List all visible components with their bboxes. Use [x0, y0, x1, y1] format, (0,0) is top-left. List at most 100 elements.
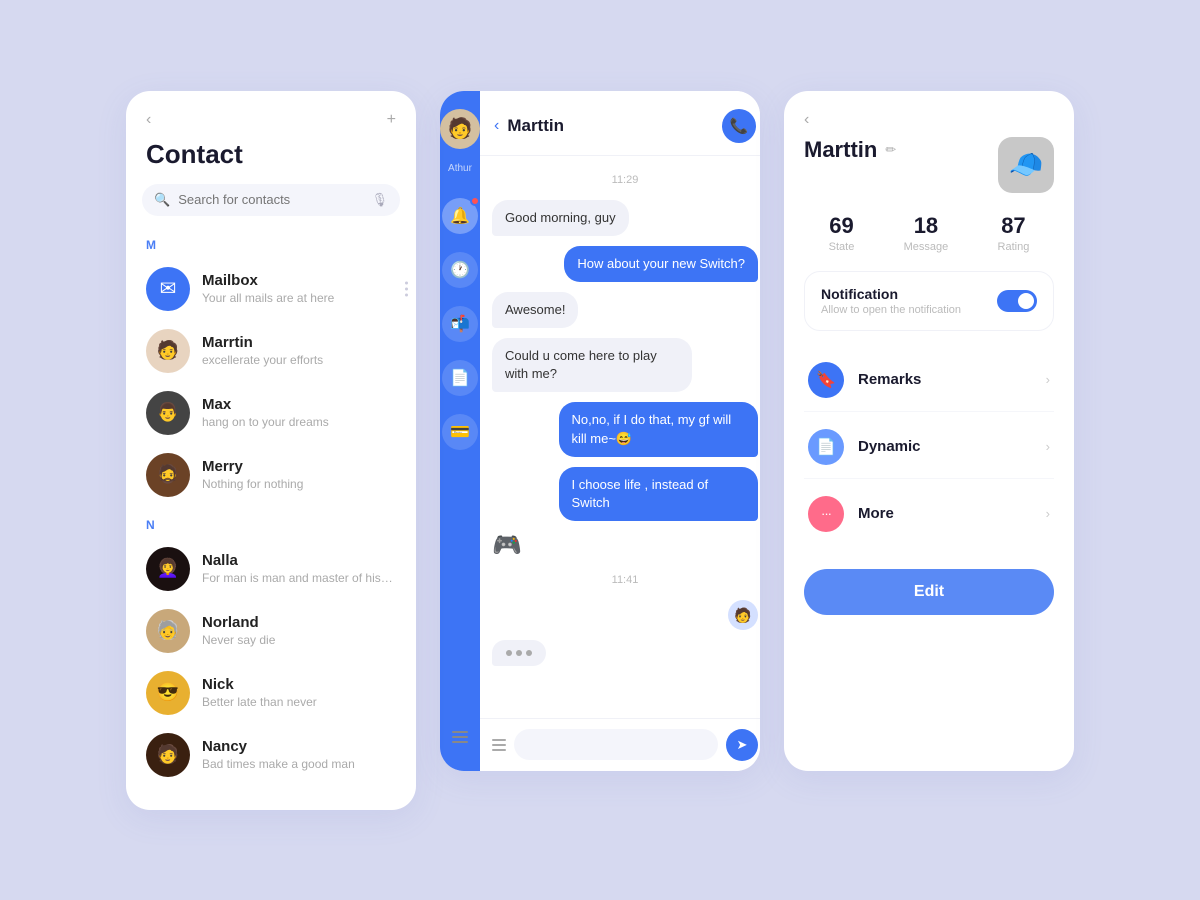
- contact-item-merry[interactable]: 🧔 Merry Nothing for nothing: [126, 444, 416, 506]
- message-row-5: No,no, if I do that, my gf will kill me~…: [492, 402, 758, 456]
- section-letter-m: M: [126, 234, 416, 258]
- avatar-marrtin: 🧑: [146, 329, 190, 373]
- remarks-label: Remarks: [858, 371, 1032, 388]
- search-bar[interactable]: 🔍 🎙: [142, 184, 400, 216]
- mic-icon: 🎙: [371, 192, 388, 208]
- message-row-1: Good morning, guy: [492, 200, 758, 236]
- message-row-6: I choose life , instead of Switch: [492, 467, 758, 521]
- contact-top-bar: ‹ +: [126, 111, 416, 139]
- stat-state-value: 69: [829, 213, 855, 239]
- contact-name-nancy: Nancy: [202, 738, 396, 755]
- contact-item-nalla[interactable]: 👩‍🦱 Nalla For man is man and master of h…: [126, 538, 416, 600]
- typing-dot-1: [506, 650, 512, 656]
- notification-sub: Allow to open the notification: [821, 304, 961, 316]
- message-row-emoji: 🎮: [492, 531, 758, 560]
- message-row-4: Could u come here to play with me?: [492, 338, 758, 392]
- sidebar-card-icon[interactable]: 💳: [442, 414, 478, 450]
- message-row-avatar: 🧑: [492, 600, 758, 630]
- menu-item-more[interactable]: ··· More ›: [804, 483, 1054, 545]
- dynamic-label: Dynamic: [858, 438, 1032, 455]
- typing-indicator: [492, 640, 546, 666]
- stat-state: 69 State: [829, 213, 855, 253]
- contact-item-max[interactable]: 👨 Max hang on to your dreams: [126, 382, 416, 444]
- contact-panel: ‹ + Contact 🔍 🎙 M ✉ Mailbox Your all mai…: [126, 91, 416, 810]
- contact-name-mailbox: Mailbox: [202, 272, 396, 289]
- contact-sub-nancy: Bad times make a good man: [202, 757, 396, 771]
- emoji-message: 🎮: [492, 531, 522, 560]
- chat-avatar-right: 🧑: [728, 600, 758, 630]
- notification-card: Notification Allow to open the notificat…: [804, 271, 1054, 331]
- contact-item-mailbox[interactable]: ✉ Mailbox Your all mails are at here: [126, 258, 416, 320]
- profile-header: Marttin ✏ 🧢: [804, 137, 1054, 193]
- message-row-2: How about your new Switch?: [492, 246, 758, 282]
- chat-panel: 🧑 Athur 🔔 🕐 📬 📄 💳 ‹ Martti: [440, 91, 760, 771]
- avatar-norland: 🧓: [146, 609, 190, 653]
- stat-state-label: State: [829, 241, 855, 253]
- sidebar-menu-icon[interactable]: [452, 731, 468, 743]
- sidebar-mail-icon[interactable]: 📬: [442, 306, 478, 342]
- chat-text-input[interactable]: [514, 729, 718, 760]
- chat-back-btn[interactable]: ‹: [494, 117, 499, 135]
- search-icon: 🔍: [154, 192, 170, 208]
- message-row-3: Awesome!: [492, 292, 758, 328]
- stat-rating-label: Rating: [998, 241, 1030, 253]
- sidebar-user-avatar[interactable]: 🧑: [440, 109, 480, 149]
- profile-panel: ‹ Marttin ✏ 🧢 69 State 18 Message 87 Rat…: [784, 91, 1074, 771]
- more-label: More: [858, 505, 1032, 522]
- contact-info-norland: Norland Never say die: [202, 614, 396, 647]
- contact-sub-norland: Never say die: [202, 633, 396, 647]
- sidebar-clock-icon[interactable]: 🕐: [442, 252, 478, 288]
- more-chevron-icon: ›: [1046, 506, 1050, 521]
- section-letter-n: N: [126, 514, 416, 538]
- profile-menu-items: 🔖 Remarks › 📄 Dynamic › ··· More ›: [804, 349, 1054, 545]
- contact-name-nick: Nick: [202, 676, 396, 693]
- sidebar-notification-icon[interactable]: 🔔: [442, 198, 478, 234]
- dynamic-icon: 📄: [808, 429, 844, 465]
- contact-name-norland: Norland: [202, 614, 396, 631]
- chat-main: ‹ Marttin 📞 11:29 Good morning, guy How …: [480, 91, 760, 771]
- contact-info-marrtin: Marrtin excellerate your efforts: [202, 334, 396, 367]
- profile-edit-icon[interactable]: ✏: [885, 142, 896, 158]
- contact-item-nancy[interactable]: 🧑 Nancy Bad times make a good man: [126, 724, 416, 786]
- send-button[interactable]: ➤: [726, 729, 758, 761]
- message-row-typing: [492, 640, 758, 666]
- menu-item-remarks[interactable]: 🔖 Remarks ›: [804, 349, 1054, 412]
- notification-title: Notification: [821, 286, 961, 302]
- chat-header: ‹ Marttin 📞: [480, 91, 760, 156]
- contact-name-nalla: Nalla: [202, 552, 396, 569]
- message-bubble-2: How about your new Switch?: [564, 246, 758, 282]
- scroll-indicator: [405, 281, 408, 296]
- contact-item-marrtin[interactable]: 🧑 Marrtin excellerate your efforts: [126, 320, 416, 382]
- contact-info-merry: Merry Nothing for nothing: [202, 458, 396, 491]
- message-bubble-4: Could u come here to play with me?: [492, 338, 692, 392]
- toggle-knob: [1018, 293, 1034, 309]
- contact-item-nick[interactable]: 😎 Nick Better late than never: [126, 662, 416, 724]
- profile-name-row: Marttin ✏: [804, 137, 896, 163]
- contact-sub-mailbox: Your all mails are at here: [202, 291, 396, 305]
- chat-header-left: ‹ Marttin: [494, 116, 564, 136]
- stat-rating: 87 Rating: [998, 213, 1030, 253]
- search-input[interactable]: [178, 192, 363, 207]
- stats-row: 69 State 18 Message 87 Rating: [804, 213, 1054, 253]
- screen-container: ‹ + Contact 🔍 🎙 M ✉ Mailbox Your all mai…: [86, 51, 1114, 850]
- avatar-max: 👨: [146, 391, 190, 435]
- sidebar-doc-icon[interactable]: 📄: [442, 360, 478, 396]
- chat-sidebar: 🧑 Athur 🔔 🕐 📬 📄 💳: [440, 91, 480, 771]
- notification-toggle[interactable]: [997, 290, 1037, 312]
- typing-dot-2: [516, 650, 522, 656]
- contact-item-norland[interactable]: 🧓 Norland Never say die: [126, 600, 416, 662]
- contact-list-m: M ✉ Mailbox Your all mails are at here 🧑…: [126, 234, 416, 514]
- call-button[interactable]: 📞: [722, 109, 756, 143]
- message-bubble-6: I choose life , instead of Switch: [559, 467, 759, 521]
- contact-back-btn[interactable]: ‹: [146, 111, 151, 129]
- profile-back-btn[interactable]: ‹: [804, 111, 1054, 129]
- avatar-nancy: 🧑: [146, 733, 190, 777]
- contact-sub-nick: Better late than never: [202, 695, 396, 709]
- chat-menu-trigger[interactable]: [492, 739, 506, 751]
- contact-add-btn[interactable]: +: [387, 111, 396, 129]
- contact-info-max: Max hang on to your dreams: [202, 396, 396, 429]
- contact-sub-max: hang on to your dreams: [202, 415, 396, 429]
- edit-button[interactable]: Edit: [804, 569, 1054, 615]
- notification-badge: [470, 196, 480, 206]
- menu-item-dynamic[interactable]: 📄 Dynamic ›: [804, 416, 1054, 479]
